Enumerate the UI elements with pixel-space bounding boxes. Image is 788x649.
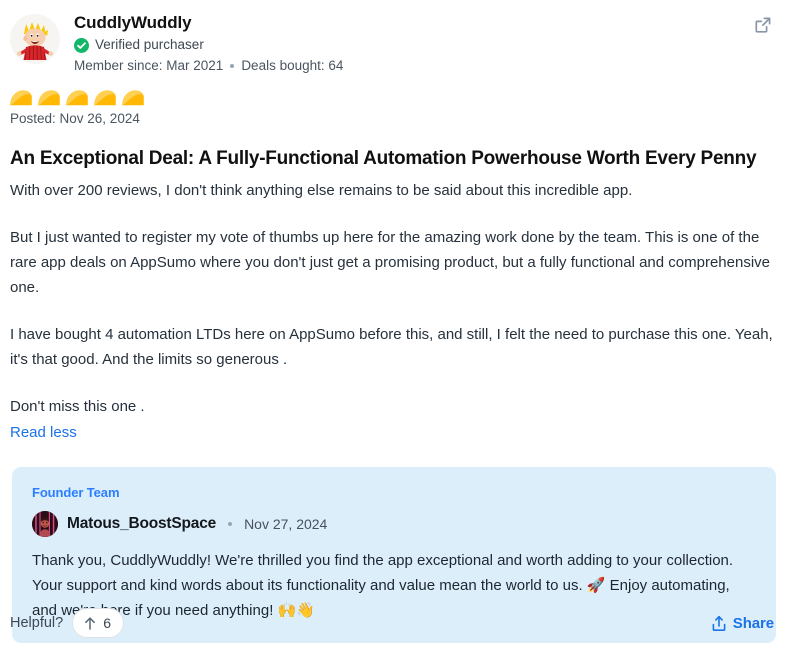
review-footer: Helpful? 6 Share	[0, 597, 788, 649]
helpful-group: Helpful? 6	[10, 608, 124, 638]
share-button[interactable]: Share	[709, 611, 776, 636]
review-paragraph: Don't miss this one .	[10, 398, 145, 415]
verified-check-icon	[74, 37, 89, 53]
member-since: Member since: Mar 2021	[74, 58, 224, 73]
rocket-emoji-icon: 🚀	[586, 576, 606, 594]
external-link-icon	[755, 17, 771, 33]
review-paragraph: With over 200 reviews, I don't think any…	[10, 182, 633, 199]
taco-icon	[38, 90, 60, 106]
taco-icon	[66, 90, 88, 106]
avatar	[10, 14, 60, 64]
upvote-button[interactable]: 6	[72, 608, 124, 638]
read-less-link[interactable]: Read less	[10, 420, 77, 445]
taco-icon	[94, 90, 116, 106]
share-label: Share	[732, 614, 774, 632]
arrow-up-icon	[85, 616, 96, 630]
helpful-label: Helpful?	[10, 615, 64, 631]
external-link-button[interactable]	[750, 12, 776, 38]
posted-date: Posted: Nov 26, 2024	[10, 111, 140, 126]
review-paragraph: I have bought 4 automation LTDs here on …	[10, 326, 773, 368]
meta-separator-dot	[230, 64, 235, 68]
taco-icon	[10, 90, 32, 106]
review-body: An Exceptional Deal: A Fully-Functional …	[0, 147, 788, 445]
share-icon	[712, 615, 726, 631]
verified-purchaser-label: Verified purchaser	[95, 37, 204, 52]
taco-icon	[122, 90, 144, 106]
founder-reply-date: Nov 27, 2024	[244, 516, 328, 532]
founder-avatar	[32, 511, 58, 537]
deals-bought: Deals bought: 64	[241, 58, 344, 73]
review-title: An Exceptional Deal: A Fully-Functional …	[10, 148, 757, 169]
review-paragraph: But I just wanted to register my vote of…	[10, 229, 770, 296]
reply-separator-dot	[228, 522, 233, 526]
founder-reply-header: Matous_BoostSpace Nov 27, 2024	[32, 511, 756, 537]
rating	[0, 75, 788, 106]
author-name: CuddlyWuddly	[74, 13, 192, 32]
founder-name: Matous_BoostSpace	[67, 515, 217, 532]
review-card: CuddlyWuddly Verified purchaser Member s…	[0, 0, 788, 649]
review-header: CuddlyWuddly Verified purchaser Member s…	[0, 0, 788, 75]
verified-purchaser-row: Verified purchaser	[74, 36, 776, 54]
founder-team-badge: Founder Team	[32, 485, 120, 500]
upvote-count: 6	[103, 615, 111, 631]
author-info: CuddlyWuddly Verified purchaser Member s…	[74, 12, 776, 75]
author-meta: Member since: Mar 2021 Deals bought: 64	[74, 57, 776, 75]
